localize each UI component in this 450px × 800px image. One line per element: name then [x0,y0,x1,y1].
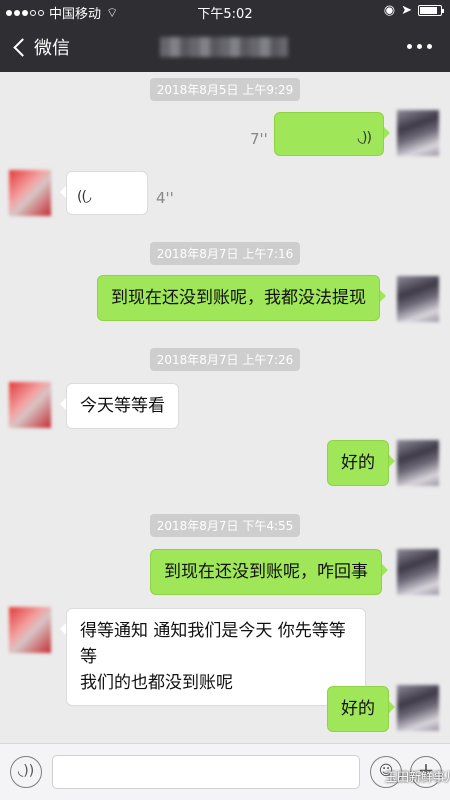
more-button[interactable] [407,44,432,49]
text-message-outgoing[interactable]: 到现在还没到账呢，咋回事 [150,549,388,595]
voice-message-outgoing[interactable]: ◟)) [274,112,390,156]
voice-input-button[interactable]: ◟)) [10,756,42,788]
watermark: 玉田新鲜事儿 [385,770,450,784]
status-right: ◉ ➤ [383,3,444,18]
more-icon [407,44,412,49]
message-input[interactable] [52,755,360,789]
text-message-outgoing[interactable]: 好的 [327,440,395,486]
text-message-outgoing[interactable]: 好的 [327,686,395,732]
status-bar: 中国移动 ⌔ 下午5:02 ◉ ➤ [0,0,450,22]
timestamp: 2018年8月7日 上午7:16 [0,242,450,265]
message-line: 得等通知 通知我们是今天 你先等等等 [80,621,346,667]
voice-duration: 7'' [250,130,268,148]
input-bar: ◟)) ☺ + [0,743,450,800]
voice-duration: 4'' [156,189,174,207]
chat-title-blurred [160,37,288,57]
avatar-contact[interactable] [9,607,51,653]
avatar-self[interactable] [397,549,439,595]
timestamp: 2018年8月5日 上午9:29 [0,78,450,101]
timestamp: 2018年8月7日 下午4:55 [0,514,450,537]
text-message-incoming[interactable]: 今天等等看 [60,383,179,429]
back-button[interactable]: 微信 [10,34,70,60]
avatar-self[interactable] [397,276,439,322]
avatar-contact[interactable] [9,170,51,216]
avatar-self[interactable] [397,440,439,486]
voice-wave-icon: ((◞ [77,189,91,205]
location-icon: ➤ [401,3,412,18]
voice-wave-icon: ◟)) [357,130,372,146]
back-chevron-icon [13,37,32,57]
avatar-self[interactable] [397,110,439,156]
status-time: 下午5:02 [197,7,253,22]
nav-bar: 微信 [0,22,450,72]
text-message-incoming[interactable]: 得等通知 通知我们是今天 你先等等等 我们的也都没到账呢 [60,608,366,706]
text-message-outgoing[interactable]: 到现在还没到账呢，我都没法提现 [97,275,386,321]
back-label: 微信 [34,38,70,59]
timestamp: 2018年8月7日 上午7:26 [0,348,450,371]
voice-message-incoming[interactable]: ((◞ [60,171,148,215]
orientation-lock-icon: ◉ [383,3,396,18]
voice-button-icon: ◟)) [17,763,35,779]
battery-icon [418,5,444,16]
avatar-self[interactable] [397,685,439,731]
avatar-contact[interactable] [9,382,51,428]
message-line: 我们的也都没到账呢 [80,673,233,693]
